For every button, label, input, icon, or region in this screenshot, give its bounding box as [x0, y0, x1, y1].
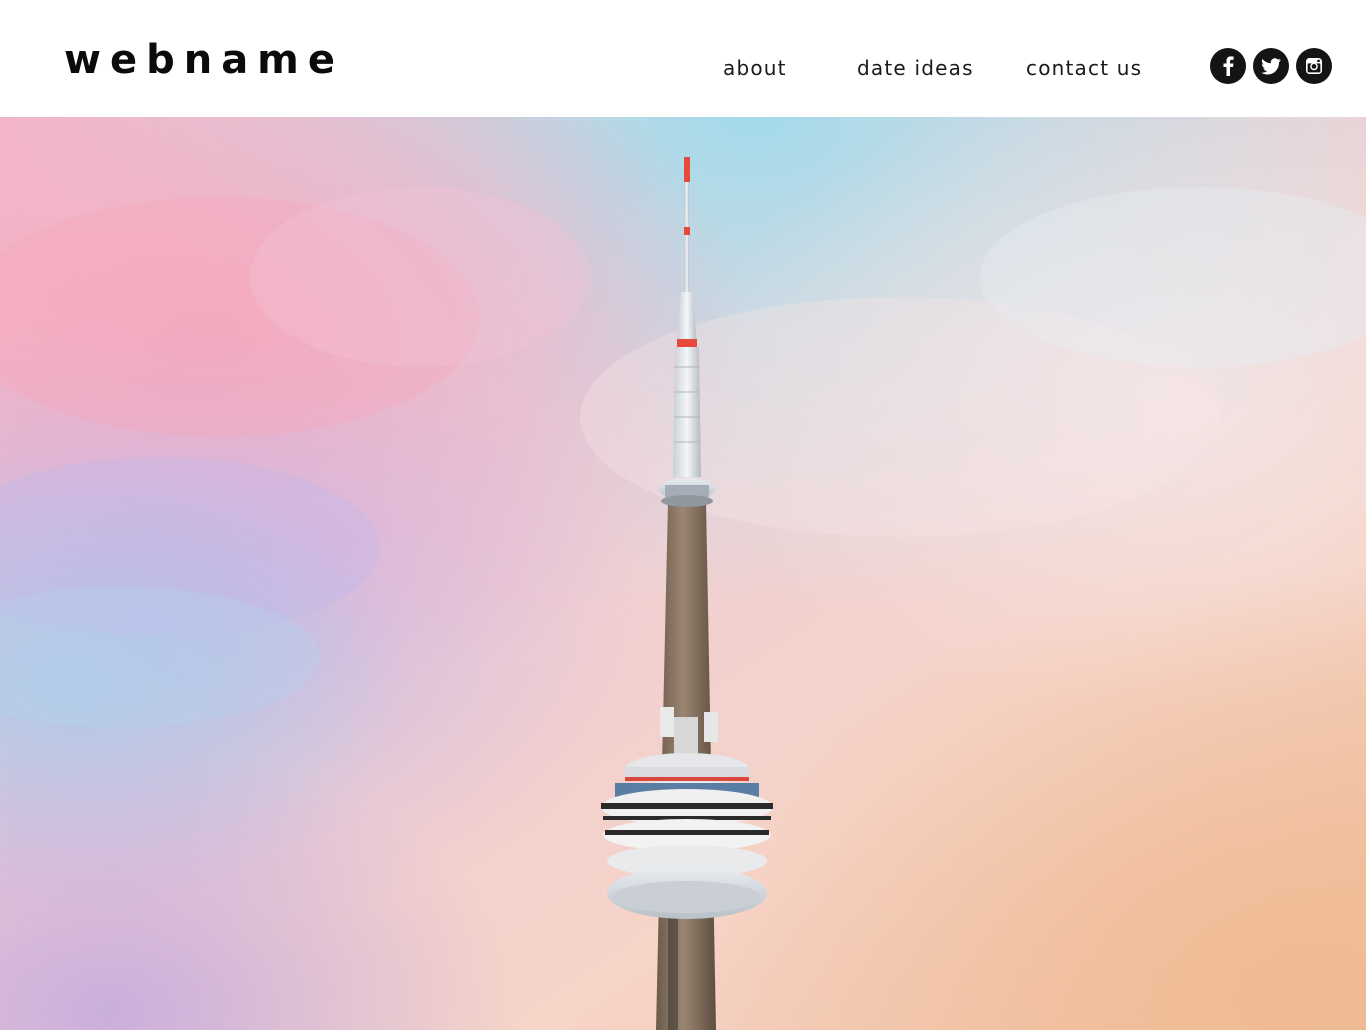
facebook-icon: [1223, 56, 1234, 76]
facebook-button[interactable]: [1210, 48, 1246, 84]
instagram-button[interactable]: [1296, 48, 1332, 84]
nav-link-date-ideas[interactable]: date ideas: [857, 55, 974, 81]
hero-sky-with-tower: [0, 117, 1366, 1030]
site-header: webname about date ideas contact us: [0, 0, 1366, 117]
site-logo[interactable]: webname: [64, 36, 344, 84]
nav-link-about[interactable]: about: [723, 55, 787, 81]
twitter-icon: [1261, 57, 1281, 74]
nav-link-contact-us[interactable]: contact us: [1026, 55, 1142, 81]
twitter-button[interactable]: [1253, 48, 1289, 84]
hero-image: [0, 117, 1366, 1030]
instagram-icon: [1306, 58, 1322, 74]
